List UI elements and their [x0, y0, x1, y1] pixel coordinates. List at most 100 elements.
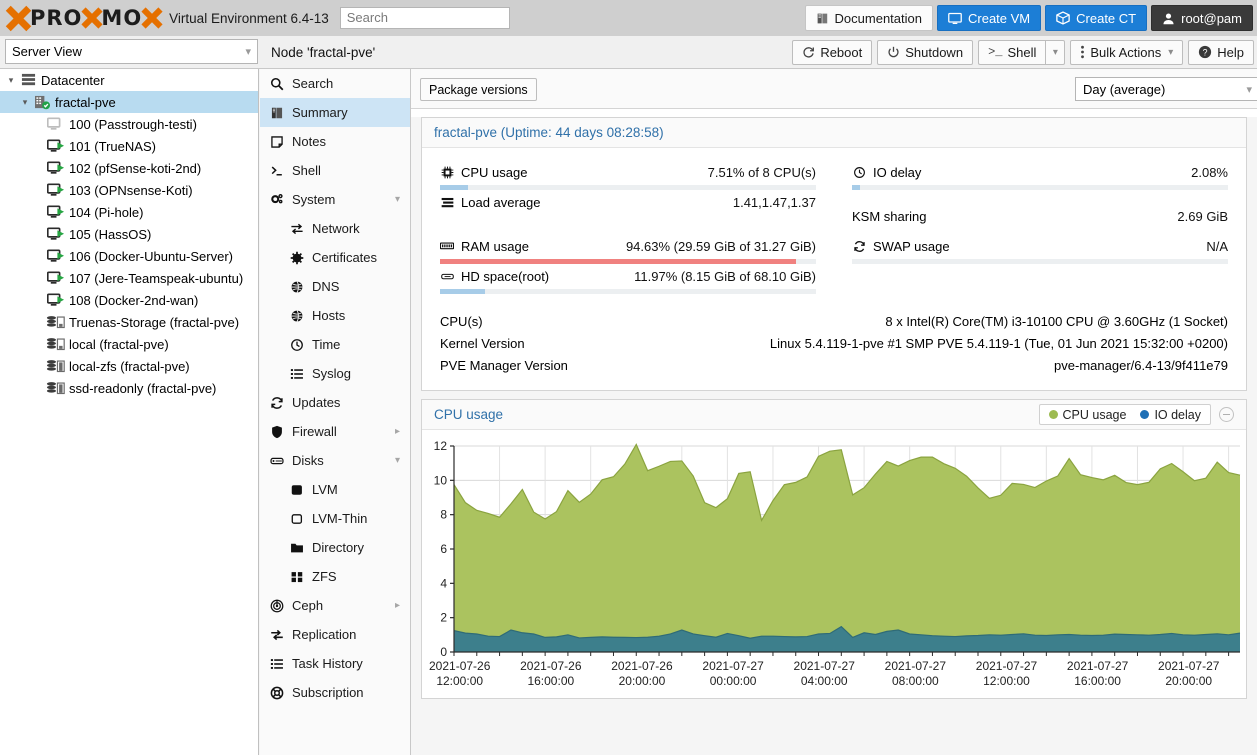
legend-item-io-delay[interactable]: IO delay — [1140, 408, 1201, 422]
server-tree[interactable]: ▾ Datacenter ▾ fractal-pve 100 (Passtroug… — [0, 69, 259, 755]
terminal-icon — [270, 164, 292, 178]
chart-xtick-label: 12:00:00 — [983, 674, 1030, 688]
twisty-expanded-icon[interactable]: ▾ — [18, 97, 32, 108]
search-icon — [270, 77, 292, 91]
refresh-icon — [271, 396, 283, 409]
nav-item-hosts[interactable]: Hosts — [260, 301, 410, 330]
help-button[interactable]: ? Help — [1188, 39, 1254, 65]
info-row-value: Linux 5.4.119-1-pve #1 SMP PVE 5.4.119-1… — [769, 335, 1228, 351]
content-scroll-area[interactable]: fractal-pve (Uptime: 44 days 08:28:58) C… — [411, 117, 1257, 755]
nav-item-syslog[interactable]: Syslog — [260, 359, 410, 388]
nav-item-directory[interactable]: Directory — [260, 533, 410, 562]
shield-icon — [272, 425, 282, 438]
collapse-chart-button[interactable] — [1219, 407, 1234, 422]
nav-item-search[interactable]: Search — [260, 69, 410, 98]
node-nav-menu[interactable]: Search Summary Notes Shell System ▾ Network Cer… — [260, 69, 411, 755]
chart-xtick-label: 04:00:00 — [801, 674, 848, 688]
time-range-selector[interactable]: Day (average) ▾ — [1075, 77, 1257, 101]
shutdown-label: Shutdown — [905, 44, 964, 60]
nav-item-updates[interactable]: Updates — [260, 388, 410, 417]
nav-item-certificates[interactable]: Certificates — [260, 243, 410, 272]
tree-item-104-pi-hole[interactable]: 104 (Pi-hole) — [0, 201, 258, 223]
tree-item-105-hassos[interactable]: 105 (HassOS) — [0, 223, 258, 245]
nav-item-firewall[interactable]: Firewall ▸ — [260, 417, 410, 446]
tree-item-106-docker-ubuntu-server[interactable]: 106 (Docker-Ubuntu-Server) — [0, 245, 258, 267]
tree-item-101-truenas[interactable]: 101 (TrueNAS) — [0, 135, 258, 157]
summary-column-left: CPU usage 7.51% of 8 CPU(s) Load average 1.… — [422, 162, 834, 296]
nav-item-lvm-thin[interactable]: LVM-Thin — [260, 504, 410, 533]
tree-item-fractal-pve[interactable]: ▾ fractal-pve — [0, 91, 258, 113]
chevron-down-icon: ▾ — [1246, 83, 1252, 96]
tree-item-truenas-storage-fractal-pve[interactable]: Truenas-Storage (fractal-pve) — [0, 311, 258, 333]
nav-item-dns[interactable]: DNS — [260, 272, 410, 301]
nav-item-ceph[interactable]: Ceph ▸ — [260, 591, 410, 620]
summary-row-swap-usage: SWAP usage N/A — [852, 236, 1228, 257]
load-icon — [440, 197, 454, 209]
logo-x-icon-3 — [142, 7, 161, 29]
lifebuoy-icon — [270, 686, 284, 699]
nav-item-time[interactable]: Time — [260, 330, 410, 359]
progress-fill — [440, 185, 469, 190]
nav-item-lvm[interactable]: LVM — [260, 475, 410, 504]
chevron-right-icon[interactable]: ▸ — [395, 600, 410, 611]
tree-item-label: 107 (Jere-Teamspeak-ubuntu) — [69, 270, 244, 286]
chevron-down-icon[interactable]: ▾ — [395, 194, 410, 205]
nav-item-system[interactable]: System ▾ — [260, 185, 410, 214]
bulk-actions-button[interactable]: Bulk Actions ▾ — [1070, 39, 1184, 65]
legend-item-cpu-usage[interactable]: CPU usage — [1048, 408, 1126, 422]
user-menu-button[interactable]: root@pam — [1151, 5, 1253, 31]
tree-item-107-jere-teamspeak-ubuntu[interactable]: 107 (Jere-Teamspeak-ubuntu) — [0, 267, 258, 289]
vm-running-icon — [47, 271, 65, 284]
create-ct-label: Create CT — [1076, 10, 1137, 26]
create-vm-button[interactable]: Create VM — [937, 5, 1042, 31]
create-ct-button[interactable]: Create CT — [1045, 5, 1148, 31]
tree-item-label: 102 (pfSense-koti-2nd) — [69, 160, 202, 176]
shutdown-button[interactable]: Shutdown — [877, 39, 974, 65]
tree-item-datacenter[interactable]: ▾ Datacenter — [0, 69, 258, 91]
vm-running-icon — [46, 139, 66, 153]
lvm-icon — [290, 483, 312, 497]
nav-item-label: Hosts — [312, 308, 346, 323]
nav-item-summary[interactable]: Summary — [260, 98, 410, 127]
summary-row-label: RAM usage — [461, 239, 529, 254]
nav-item-zfs[interactable]: ZFS — [260, 562, 410, 591]
nav-item-replication[interactable]: Replication — [260, 620, 410, 649]
nav-item-notes[interactable]: Notes — [260, 127, 410, 156]
documentation-button[interactable]: Documentation — [804, 5, 933, 31]
disk-icon — [270, 454, 292, 468]
nav-item-label: ZFS — [312, 569, 337, 584]
shell-button[interactable]: >_ Shell — [978, 39, 1046, 65]
chevron-down-icon[interactable]: ▾ — [395, 455, 410, 466]
chevron-right-icon[interactable]: ▸ — [395, 426, 410, 437]
nav-item-label: LVM — [312, 482, 338, 497]
tree-item-local-zfs-fractal-pve[interactable]: local-zfs (fractal-pve) — [0, 355, 258, 377]
shell-dropdown-arrow[interactable]: ▾ — [1045, 39, 1066, 65]
nav-item-label: Updates — [292, 395, 341, 410]
summary-column-right: IO delay 2.08% KSM sharing 2.69 GiB SWAP usa… — [834, 162, 1246, 296]
storage-full-icon — [46, 359, 66, 374]
help-label: Help — [1217, 44, 1244, 60]
nav-item-shell[interactable]: Shell — [260, 156, 410, 185]
summary-row-label: IO delay — [873, 165, 922, 180]
tree-item-103-opnsense-koti[interactable]: 103 (OPNsense-Koti) — [0, 179, 258, 201]
tree-item-local-fractal-pve[interactable]: local (fractal-pve) — [0, 333, 258, 355]
tree-item-108-docker-2nd-wan[interactable]: 108 (Docker-2nd-wan) — [0, 289, 258, 311]
summary-row-ksm-sharing: KSM sharing 2.69 GiB — [852, 206, 1228, 227]
nav-item-network[interactable]: Network — [260, 214, 410, 243]
search-input[interactable]: Search — [339, 7, 510, 29]
clock-icon — [853, 167, 865, 178]
tree-item-100-passtrough-testi[interactable]: 100 (Passtrough-testi) — [0, 113, 258, 135]
nav-item-disks[interactable]: Disks ▾ — [260, 446, 410, 475]
nav-item-task-history[interactable]: Task History — [260, 649, 410, 678]
tree-item-ssd-readonly-fractal-pve[interactable]: ssd-readonly (fractal-pve) — [0, 377, 258, 399]
tree-item-102-pfsense-koti-2nd[interactable]: 102 (pfSense-koti-2nd) — [0, 157, 258, 179]
server-view-selector[interactable]: Server View ▾ — [5, 39, 258, 64]
storage-full-icon — [46, 381, 65, 394]
nav-item-subscription[interactable]: Subscription — [260, 678, 410, 707]
reboot-button[interactable]: Reboot — [792, 39, 873, 65]
twisty-expanded-icon[interactable]: ▾ — [4, 75, 18, 86]
chart-xtick-label: 2021-07-27 — [702, 659, 764, 673]
package-versions-button[interactable]: Package versions — [420, 78, 537, 101]
chart-xtick-label: 2021-07-27 — [794, 659, 856, 673]
